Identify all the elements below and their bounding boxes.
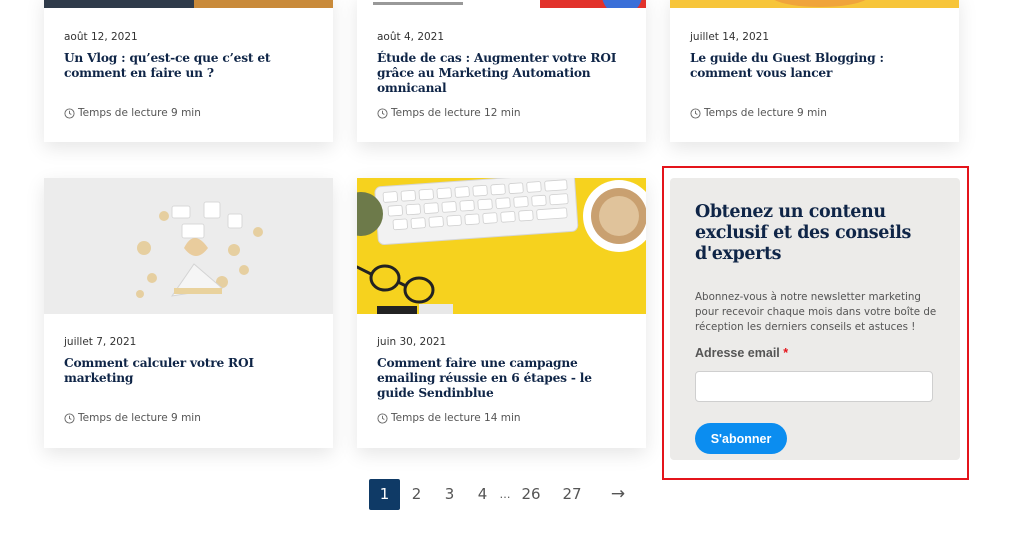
email-field[interactable] bbox=[695, 371, 933, 402]
article-date: août 12, 2021 bbox=[64, 31, 138, 43]
page-link[interactable]: 2 bbox=[400, 479, 433, 510]
page-link[interactable]: 26 bbox=[511, 479, 551, 510]
article-card[interactable]: juillet 7, 2021 Comment calculer votre R… bbox=[44, 178, 333, 448]
article-card[interactable]: août 12, 2021 Un Vlog : qu’est-ce que c’… bbox=[44, 0, 333, 142]
article-thumbnail[interactable] bbox=[357, 0, 646, 8]
article-title[interactable]: Le guide du Guest Blogging : comment vou… bbox=[690, 51, 945, 81]
article-date: août 4, 2021 bbox=[377, 31, 445, 43]
page-link[interactable]: 3 bbox=[433, 479, 466, 510]
article-thumbnail[interactable] bbox=[44, 178, 333, 314]
article-date: juillet 7, 2021 bbox=[64, 336, 137, 348]
clock-icon bbox=[64, 107, 75, 119]
reading-time-label: Temps de lecture 14 min bbox=[391, 412, 521, 424]
clock-icon bbox=[377, 412, 388, 424]
page-current[interactable]: 1 bbox=[369, 479, 400, 510]
page-link[interactable]: 27 bbox=[551, 479, 593, 510]
article-card[interactable]: juin 30, 2021 Comment faire une campagne… bbox=[357, 178, 646, 448]
article-card[interactable]: août 4, 2021 Étude de cas : Augmenter vo… bbox=[357, 0, 646, 142]
newsletter-signup: Obtenez un contenu exclusif et des conse… bbox=[670, 178, 960, 460]
article-reading-time: Temps de lecture 12 min bbox=[377, 107, 521, 119]
email-label-text: Adresse email bbox=[695, 346, 780, 360]
required-mark: * bbox=[783, 346, 789, 360]
article-reading-time: Temps de lecture 9 min bbox=[64, 107, 201, 119]
article-thumbnail[interactable] bbox=[357, 178, 646, 314]
article-title[interactable]: Un Vlog : qu’est-ce que c’est et comment… bbox=[64, 51, 319, 81]
newsletter-description: Abonnez-vous à notre newsletter marketin… bbox=[695, 291, 937, 333]
article-card[interactable]: juillet 14, 2021 Le guide du Guest Blogg… bbox=[670, 0, 959, 142]
article-title[interactable]: Étude de cas : Augmenter votre ROI grâce… bbox=[377, 51, 632, 96]
article-date: juin 30, 2021 bbox=[377, 336, 447, 348]
email-label: Adresse email * bbox=[695, 346, 788, 360]
clock-icon bbox=[690, 107, 701, 119]
article-thumbnail[interactable] bbox=[44, 0, 333, 8]
next-page-arrow-icon[interactable]: → bbox=[593, 479, 643, 510]
reading-time-label: Temps de lecture 9 min bbox=[78, 107, 201, 119]
article-thumbnail[interactable] bbox=[670, 0, 959, 8]
page-link[interactable]: 4 bbox=[466, 479, 499, 510]
article-reading-time: Temps de lecture 14 min bbox=[377, 412, 521, 424]
article-reading-time: Temps de lecture 9 min bbox=[64, 412, 201, 424]
article-reading-time: Temps de lecture 9 min bbox=[690, 107, 827, 119]
reading-time-label: Temps de lecture 12 min bbox=[391, 107, 521, 119]
article-title[interactable]: Comment faire une campagne emailing réus… bbox=[377, 356, 632, 401]
reading-time-label: Temps de lecture 9 min bbox=[704, 107, 827, 119]
page-ellipsis: … bbox=[499, 488, 511, 501]
reading-time-label: Temps de lecture 9 min bbox=[78, 412, 201, 424]
pagination: 1 2 3 4 … 26 27 → bbox=[369, 479, 643, 510]
clock-icon bbox=[377, 107, 388, 119]
clock-icon bbox=[64, 412, 75, 424]
newsletter-title: Obtenez un contenu exclusif et des conse… bbox=[695, 202, 911, 264]
article-date: juillet 14, 2021 bbox=[690, 31, 769, 43]
article-title[interactable]: Comment calculer votre ROI marketing bbox=[64, 356, 319, 386]
subscribe-button[interactable]: S'abonner bbox=[695, 423, 787, 454]
